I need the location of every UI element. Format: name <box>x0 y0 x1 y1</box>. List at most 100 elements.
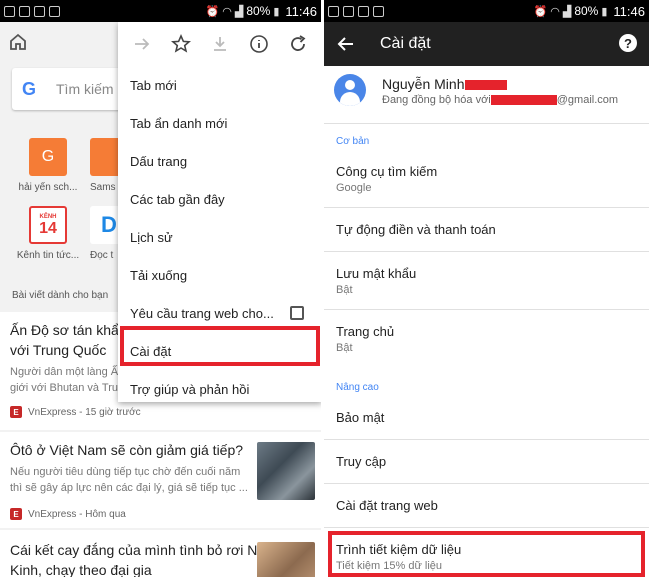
setting-passwords[interactable]: Lưu mật khẩu Bật <box>324 252 649 310</box>
account-row[interactable]: Nguyễn Minh Đang đồng bộ hóa với @gmail.c… <box>324 66 649 124</box>
info-icon[interactable] <box>247 32 271 56</box>
reload-icon[interactable] <box>286 32 310 56</box>
chrome-new-tab-panel: ⏰ ◠ ▟ 80% ▮ 11:46 G Tìm kiếm ho G hải yế… <box>0 0 321 577</box>
forward-icon[interactable] <box>130 32 154 56</box>
alarm-icon: ⏰ <box>205 5 220 18</box>
tile-label: hải yến sch... <box>18 182 78 193</box>
gallery-icon <box>373 5 384 17</box>
chrome-settings-panel: ⏰ ◠ ▟ 80% ▮ 11:46 Cài đặt ? Nguyễn Minh <box>324 0 649 577</box>
article-card[interactable]: Ôtô ở Việt Nam sẽ còn giảm giá tiếp? Nếu… <box>0 432 321 528</box>
vnexpress-icon: E <box>10 406 22 418</box>
back-arrow-icon[interactable] <box>336 34 356 54</box>
wifi-icon: ◠ <box>550 5 560 18</box>
article-title: Kinh, chạy theo đại gia <box>10 562 152 577</box>
menu-item-help-feedback[interactable]: Trợ giúp và phản hồi <box>118 370 321 408</box>
shortcut-tile[interactable]: KÊNH 14 Kênh tin tức... <box>8 206 88 261</box>
article-thumbnail <box>257 542 315 577</box>
notification-icons <box>4 5 60 17</box>
battery-percent: 80% <box>246 4 271 18</box>
menu-item-request-desktop-site[interactable]: Yêu cầu trang web cho... <box>118 294 321 332</box>
tile-label: Sams <box>90 182 116 193</box>
section-basic-header: Cơ bản <box>336 136 370 147</box>
message-icon <box>19 5 30 17</box>
page-title: Cài đặt <box>380 35 431 52</box>
signal-icon: ▟ <box>234 5 244 18</box>
setting-privacy[interactable]: Bảo mật <box>324 396 649 440</box>
articles-section-header: Bài viết dành cho bạn <box>12 290 109 301</box>
setting-subtitle: Bật <box>336 284 353 296</box>
setting-title: Bảo mật <box>336 410 385 425</box>
status-bar: ⏰ ◠ ▟ 80% ▮ 11:46 <box>0 0 321 22</box>
menu-item-incognito-tab[interactable]: Tab ẩn danh mới <box>118 104 321 142</box>
avatar-body <box>340 92 360 106</box>
clock: 11:46 <box>613 3 645 19</box>
article-title: Ôtô ở Việt Nam sẽ còn giảm giá tiếp? <box>10 442 244 458</box>
setting-title: Truy cập <box>336 454 387 469</box>
article-thumbnail <box>257 442 315 500</box>
menu-item-new-tab[interactable]: Tab mới <box>118 66 321 104</box>
menu-item-label: Yêu cầu trang web cho... <box>130 305 274 321</box>
wifi-icon: ◠ <box>222 5 232 18</box>
tile-letter-icon: D <box>90 206 120 244</box>
article-title: Cái kết cay đắng của mình tình bỏ rơi Ng… <box>10 542 273 558</box>
redaction-bar <box>464 80 507 91</box>
screenshot-root: ⏰ ◠ ▟ 80% ▮ 11:46 G Tìm kiếm ho G hải yế… <box>0 0 649 577</box>
download-icon[interactable] <box>208 32 232 56</box>
logo-number: 14 <box>39 219 57 237</box>
menu-item-recent-tabs[interactable]: Các tab gần đây <box>118 180 321 218</box>
setting-search-engine[interactable]: Công cụ tìm kiếm Google <box>324 152 649 208</box>
desktop-site-checkbox[interactable] <box>290 306 304 320</box>
menu-item-history[interactable]: Lịch sử <box>118 218 321 256</box>
setting-autofill[interactable]: Tự động điền và thanh toán <box>324 208 649 252</box>
article-desc: Nếu người tiêu dùng tiếp tục chờ đến cuố… <box>10 466 241 478</box>
clock: 11:46 <box>285 3 317 19</box>
setting-homepage[interactable]: Trang chủ Bật <box>324 310 649 370</box>
shortcut-tile[interactable]: G hải yến sch... <box>8 138 88 193</box>
setting-title: Công cụ tìm kiếm <box>336 164 438 179</box>
setting-accessibility[interactable]: Truy cập <box>324 440 649 484</box>
signal-icon: ▟ <box>562 5 572 18</box>
menu-toolbar <box>118 22 321 66</box>
menu-item-bookmarks[interactable]: Dấu trang <box>118 142 321 180</box>
google-logo-icon: G <box>22 78 37 99</box>
chat-icon <box>34 5 45 17</box>
system-icons: ⏰ ◠ ▟ 80% ▮ 11:46 <box>206 4 317 19</box>
messenger-icon <box>328 5 339 17</box>
section-advanced-header: Nâng cao <box>336 382 379 393</box>
redaction-bar <box>490 95 557 106</box>
article-desc: Người dân một làng Ấ <box>10 366 119 378</box>
tile-label: Kênh tin tức... <box>16 250 80 261</box>
menu-item-downloads[interactable]: Tải xuống <box>118 256 321 294</box>
setting-subtitle: Bật <box>336 342 353 354</box>
battery-icon: ▮ <box>601 5 608 18</box>
sync-suffix: @gmail.com <box>556 94 619 106</box>
article-desc: giới với Bhutan và Tru <box>10 382 118 394</box>
setting-title: Cài đặt trang web <box>336 498 438 513</box>
home-icon[interactable] <box>8 32 28 52</box>
tile-letter-icon: G <box>29 138 67 176</box>
account-name-text: Nguyễn Minh <box>382 76 465 92</box>
setting-subtitle: Tiết kiệm 15% dữ liệu <box>336 560 442 572</box>
help-icon[interactable]: ? <box>619 34 637 52</box>
messenger-icon <box>4 5 15 17</box>
bookmark-star-icon[interactable] <box>169 32 193 56</box>
tile-label: Đọc t <box>90 250 114 261</box>
article-title: với Trung Quốc <box>10 342 107 358</box>
account-name: Nguyễn Minh <box>382 76 507 92</box>
setting-site-settings[interactable]: Cài đặt trang web <box>324 484 649 528</box>
settings-app-bar: Cài đặt ? <box>324 22 649 66</box>
shortcut-tile[interactable]: D Đọc t <box>90 206 120 261</box>
source-text: VnExpress - 15 giờ trước <box>28 406 141 418</box>
setting-title: Tự động điền và thanh toán <box>336 222 496 237</box>
gallery-icon <box>49 5 60 17</box>
setting-data-saver[interactable]: Trình tiết kiệm dữ liệu Tiết kiệm 15% dữ… <box>324 528 649 577</box>
setting-title: Trình tiết kiệm dữ liệu <box>336 542 462 557</box>
menu-item-settings[interactable]: Cài đặt <box>118 332 321 370</box>
battery-icon: ▮ <box>273 5 280 18</box>
system-icons: ⏰ ◠ ▟ 80% ▮ 11:46 <box>534 4 645 19</box>
article-source: E VnExpress - Hôm qua <box>10 508 126 520</box>
shortcut-tile[interactable]: Sams <box>90 138 120 193</box>
article-desc: thì sẽ gây áp lực nên các đại lý, giá sẽ… <box>10 482 248 494</box>
account-sync-status: Đang đồng bộ hóa với @gmail.com <box>382 94 618 106</box>
article-card[interactable]: Cái kết cay đắng của mình tình bỏ rơi Ng… <box>0 530 321 577</box>
